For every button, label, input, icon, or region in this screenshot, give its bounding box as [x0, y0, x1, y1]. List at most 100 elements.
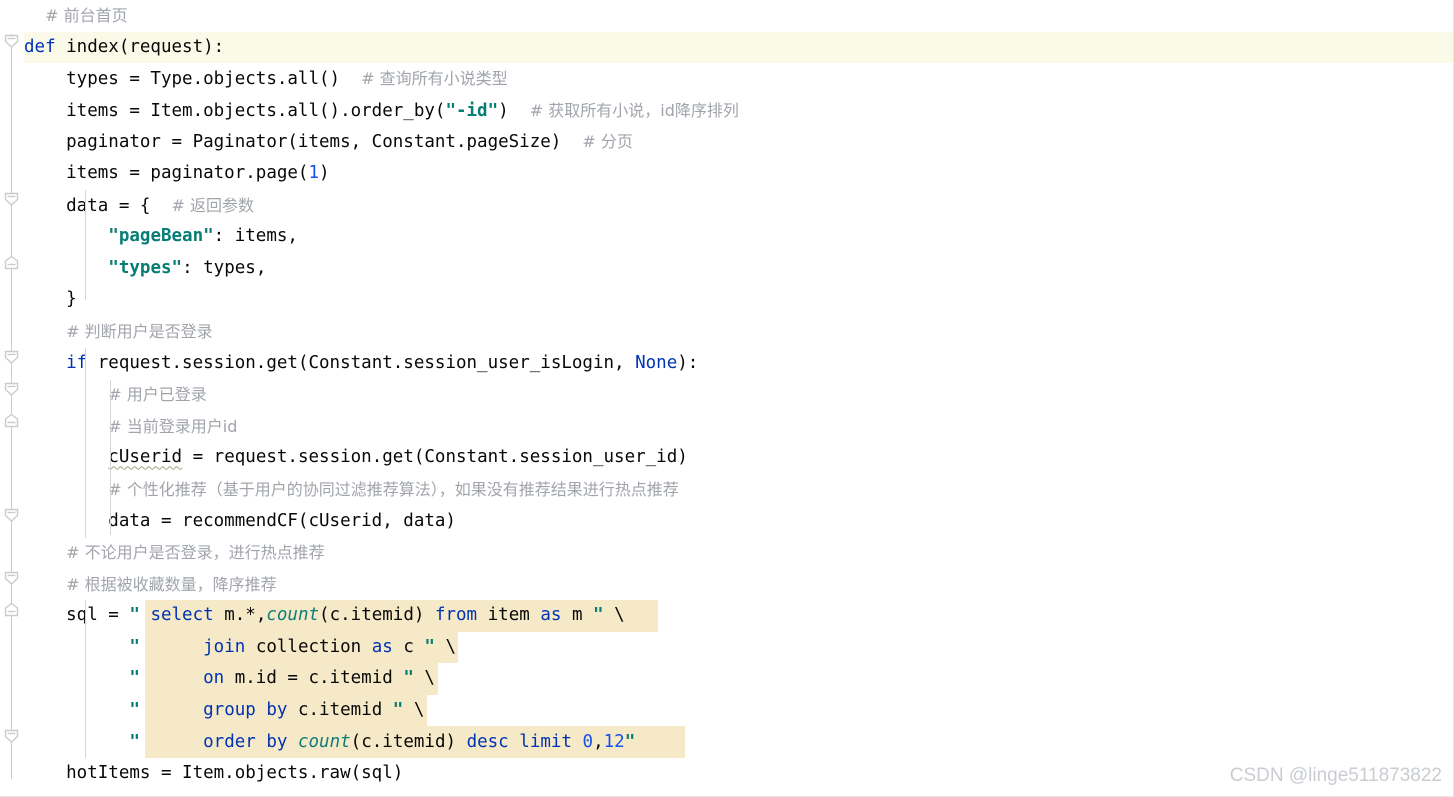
code-token: count: [266, 605, 320, 626]
code-token: as: [371, 636, 393, 657]
code-line-comment-by-collection[interactable]: # 根据被收藏数量，降序推荐: [24, 569, 1454, 601]
code-token: types = Type.objects.all(): [24, 69, 341, 90]
code-token: on: [203, 668, 225, 689]
fold-collapse-icon[interactable]: [4, 571, 19, 586]
code-token: data = recommendCF(cUserid, data): [24, 510, 456, 531]
fold-expand-icon[interactable]: [4, 413, 19, 428]
code-token: by: [266, 700, 288, 721]
code-line-dict-close[interactable]: }: [24, 284, 1454, 316]
code-token: index(request):: [55, 36, 225, 57]
code-token: ": [424, 636, 435, 657]
code-token: item: [477, 605, 541, 626]
code-token: m.*,: [213, 605, 267, 626]
fold-collapse-icon[interactable]: [4, 382, 19, 397]
code-line-sql-join[interactable]: " join collection as c " \: [24, 632, 1454, 664]
code-token: desc: [466, 731, 509, 752]
code-token: # 个性化推荐（基于用户的协同过滤推荐算法），如果没有推荐结果进行热点推荐: [108, 479, 679, 499]
code-line-comment-personalized[interactable]: # 个性化推荐（基于用户的协同过滤推荐算法），如果没有推荐结果进行热点推荐: [24, 474, 1454, 506]
fold-expand-icon[interactable]: [4, 255, 19, 270]
code-token: "types": [108, 257, 183, 278]
code-token: \: [434, 636, 457, 657]
code-token: group: [203, 700, 256, 721]
code-token: # 前台首页: [45, 6, 128, 25]
code-line-comment-regardless[interactable]: # 不论用户是否登录，进行热点推荐: [24, 537, 1454, 569]
code-line-sql-order-by[interactable]: " order by count(c.itemid) desc limit 0,…: [24, 727, 1454, 759]
code-line-comment-logged-in[interactable]: # 用户已登录: [24, 379, 1454, 411]
fold-collapse-icon[interactable]: [4, 34, 19, 49]
code-line-items-page[interactable]: items = paginator.page(1): [24, 158, 1454, 190]
code-line-cuserid-assign[interactable]: cUserid = request.session.get(Constant.s…: [24, 442, 1454, 474]
gutter-rail: [11, 34, 12, 779]
code-token: def: [24, 36, 56, 57]
code-token: \: [603, 605, 625, 626]
code-line-sql-group-by[interactable]: " group by c.itemid " \: [24, 695, 1454, 727]
fold-collapse-icon[interactable]: [4, 192, 19, 207]
code-token: ": [392, 700, 404, 721]
code-token: data = {: [24, 195, 151, 216]
fold-collapse-icon[interactable]: [4, 350, 19, 365]
fold-expand-icon[interactable]: [4, 602, 19, 617]
code-token: "pageBean": [108, 226, 214, 247]
code-token: request.session.get(Constant.session_use…: [87, 352, 636, 373]
code-line-data-dict-open[interactable]: data = { # 返回参数: [24, 190, 1454, 222]
code-token: by: [266, 731, 288, 752]
code-line-sql-select[interactable]: sql = " select m.*,count(c.itemid) from …: [24, 600, 1454, 632]
editor-gutter[interactable]: [0, 0, 24, 797]
code-line-comment-frontpage[interactable]: # 前台首页: [24, 0, 1454, 32]
fold-collapse-icon[interactable]: [4, 508, 19, 523]
indent-guide: [85, 190, 86, 300]
code-token: = request.session.get(Constant.session_u…: [182, 447, 688, 468]
code-token: ": [129, 668, 140, 689]
code-token: # 根据被收藏数量，降序推荐: [66, 574, 277, 594]
code-token: ): [498, 100, 509, 121]
code-token: m: [561, 605, 594, 626]
code-token: ": [129, 731, 140, 752]
code-line-comment-current-userid[interactable]: # 当前登录用户id: [24, 411, 1454, 443]
csdn-watermark: CSDN @linge511873822: [1229, 765, 1442, 786]
code-line-items-assign[interactable]: items = Item.objects.all().order_by("-id…: [24, 95, 1454, 127]
fold-collapse-icon[interactable]: [4, 729, 19, 744]
code-content[interactable]: # 前台首页 def index(request): types = Type.o…: [24, 0, 1454, 797]
code-line-paginator-assign[interactable]: paginator = Paginator(items, Constant.pa…: [24, 126, 1454, 158]
code-line-types-assign[interactable]: types = Type.objects.all() # 查询所有小说类型: [24, 63, 1454, 95]
code-editor[interactable]: # 前台首页 def index(request): types = Type.o…: [0, 0, 1454, 797]
code-token: # 获取所有小说，id降序排列: [529, 100, 739, 120]
code-line-dict-types[interactable]: "types": types,: [24, 253, 1454, 285]
code-line-dict-pagebean[interactable]: "pageBean": items,: [24, 221, 1454, 253]
code-token: # 判断用户是否登录: [66, 321, 213, 341]
code-line-data-recommendcf[interactable]: data = recommendCF(cUserid, data): [24, 506, 1454, 538]
code-line-sql-on[interactable]: " on m.id = c.itemid " \: [24, 663, 1454, 695]
code-line-def-index[interactable]: def index(request):: [24, 31, 1454, 64]
code-token: hotItems = Item.objects.raw(sql): [24, 763, 404, 784]
code-token: ": [129, 636, 140, 657]
code-line-comment-check-login[interactable]: # 判断用户是否登录: [24, 316, 1454, 348]
code-token: c.itemid: [287, 700, 393, 721]
code-token: limit: [519, 731, 572, 752]
code-token: (c.itemid): [319, 605, 435, 626]
code-token: # 当前登录用户id: [108, 416, 238, 436]
code-token: ):: [677, 352, 699, 373]
code-token: # 返回参数: [171, 195, 255, 215]
code-line-if-session[interactable]: if request.session.get(Constant.session_…: [24, 348, 1454, 380]
code-token: ": [403, 668, 414, 689]
code-token: order: [203, 731, 256, 752]
code-token: sql =: [24, 605, 130, 626]
